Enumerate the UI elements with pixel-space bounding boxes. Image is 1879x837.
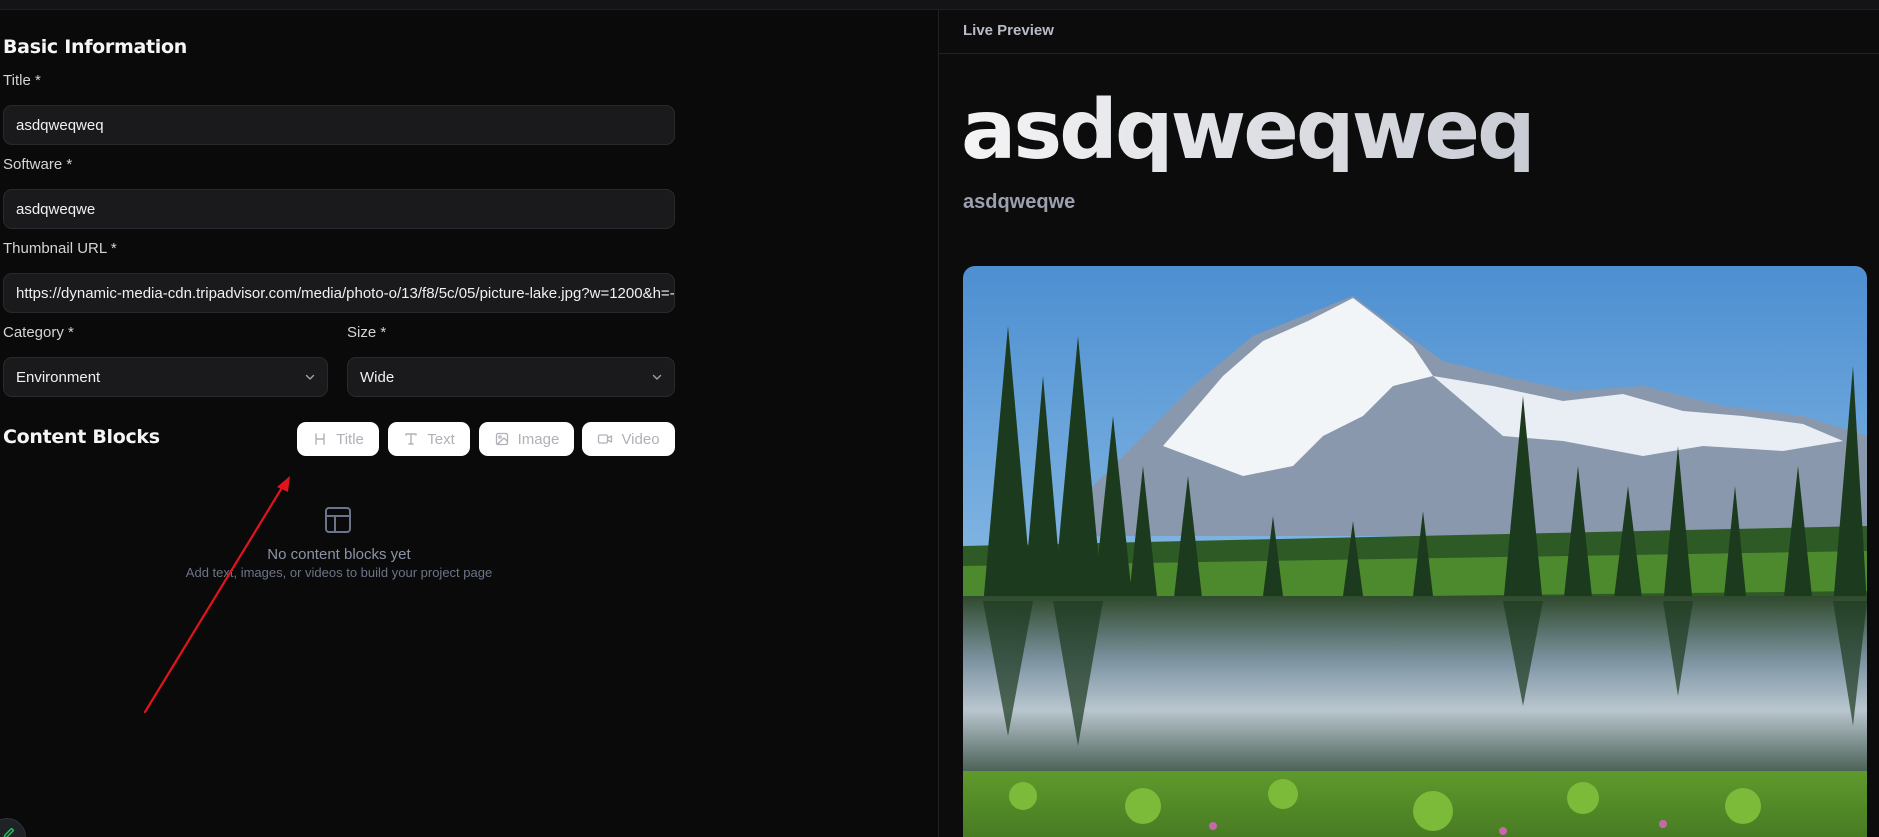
software-input-value: asdqweqwe xyxy=(16,200,96,218)
heading-icon xyxy=(315,433,325,445)
category-select[interactable]: Environment xyxy=(3,357,328,397)
empty-state-title: No content blocks yet xyxy=(267,546,411,563)
image-icon xyxy=(495,432,508,446)
add-image-block-label: Image xyxy=(517,430,560,448)
title-input-value: asdqweqweq xyxy=(16,116,104,134)
preview-title: asdqweqweq xyxy=(961,83,1536,178)
size-select[interactable]: Wide xyxy=(347,357,675,397)
editor-panel: Basic Information Title * asdqweqweq Sof… xyxy=(0,10,938,837)
category-select-value: Environment xyxy=(16,368,101,386)
add-image-block-button[interactable]: Image xyxy=(479,422,574,456)
size-label: Size * xyxy=(347,324,387,341)
title-label: Title * xyxy=(3,72,41,89)
software-label: Software * xyxy=(3,156,73,173)
chevron-down-icon xyxy=(652,374,662,380)
live-preview-panel: Live Preview asdqweqweq asdqweqwe xyxy=(939,10,1879,837)
title-input[interactable]: asdqweqweq xyxy=(3,105,675,145)
layout-icon xyxy=(325,507,351,533)
category-label: Category * xyxy=(3,324,74,341)
add-video-block-label: Video xyxy=(621,430,660,448)
text-type-icon xyxy=(405,433,417,445)
live-preview-label: Live Preview xyxy=(963,22,1054,39)
basic-information-heading: Basic Information xyxy=(3,36,187,58)
add-title-block-label: Title xyxy=(336,430,364,448)
thumbnail-url-input[interactable]: https://dynamic-media-cdn.tripadvisor.co… xyxy=(3,273,675,313)
size-select-value: Wide xyxy=(360,368,395,386)
chevron-down-icon xyxy=(305,374,315,380)
add-text-block-button[interactable]: Text xyxy=(388,422,470,456)
software-input[interactable]: asdqweqwe xyxy=(3,189,675,229)
add-text-block-label: Text xyxy=(427,430,455,448)
pencil-icon xyxy=(3,827,15,837)
preview-subtitle: asdqweqwe xyxy=(963,191,1076,213)
thumbnail-url-value: https://dynamic-media-cdn.tripadvisor.co… xyxy=(16,284,675,302)
add-video-block-button[interactable]: Video xyxy=(582,422,675,456)
video-icon xyxy=(598,434,613,444)
preview-thumbnail-image xyxy=(963,266,1867,837)
empty-state-subtitle: Add text, images, or videos to build you… xyxy=(185,565,493,580)
preview-header: Live Preview xyxy=(939,10,1879,54)
add-title-block-button[interactable]: Title xyxy=(297,422,379,456)
thumbnail-url-label: Thumbnail URL * xyxy=(3,240,117,257)
top-bar xyxy=(0,0,1879,10)
content-blocks-heading: Content Blocks xyxy=(3,426,160,448)
